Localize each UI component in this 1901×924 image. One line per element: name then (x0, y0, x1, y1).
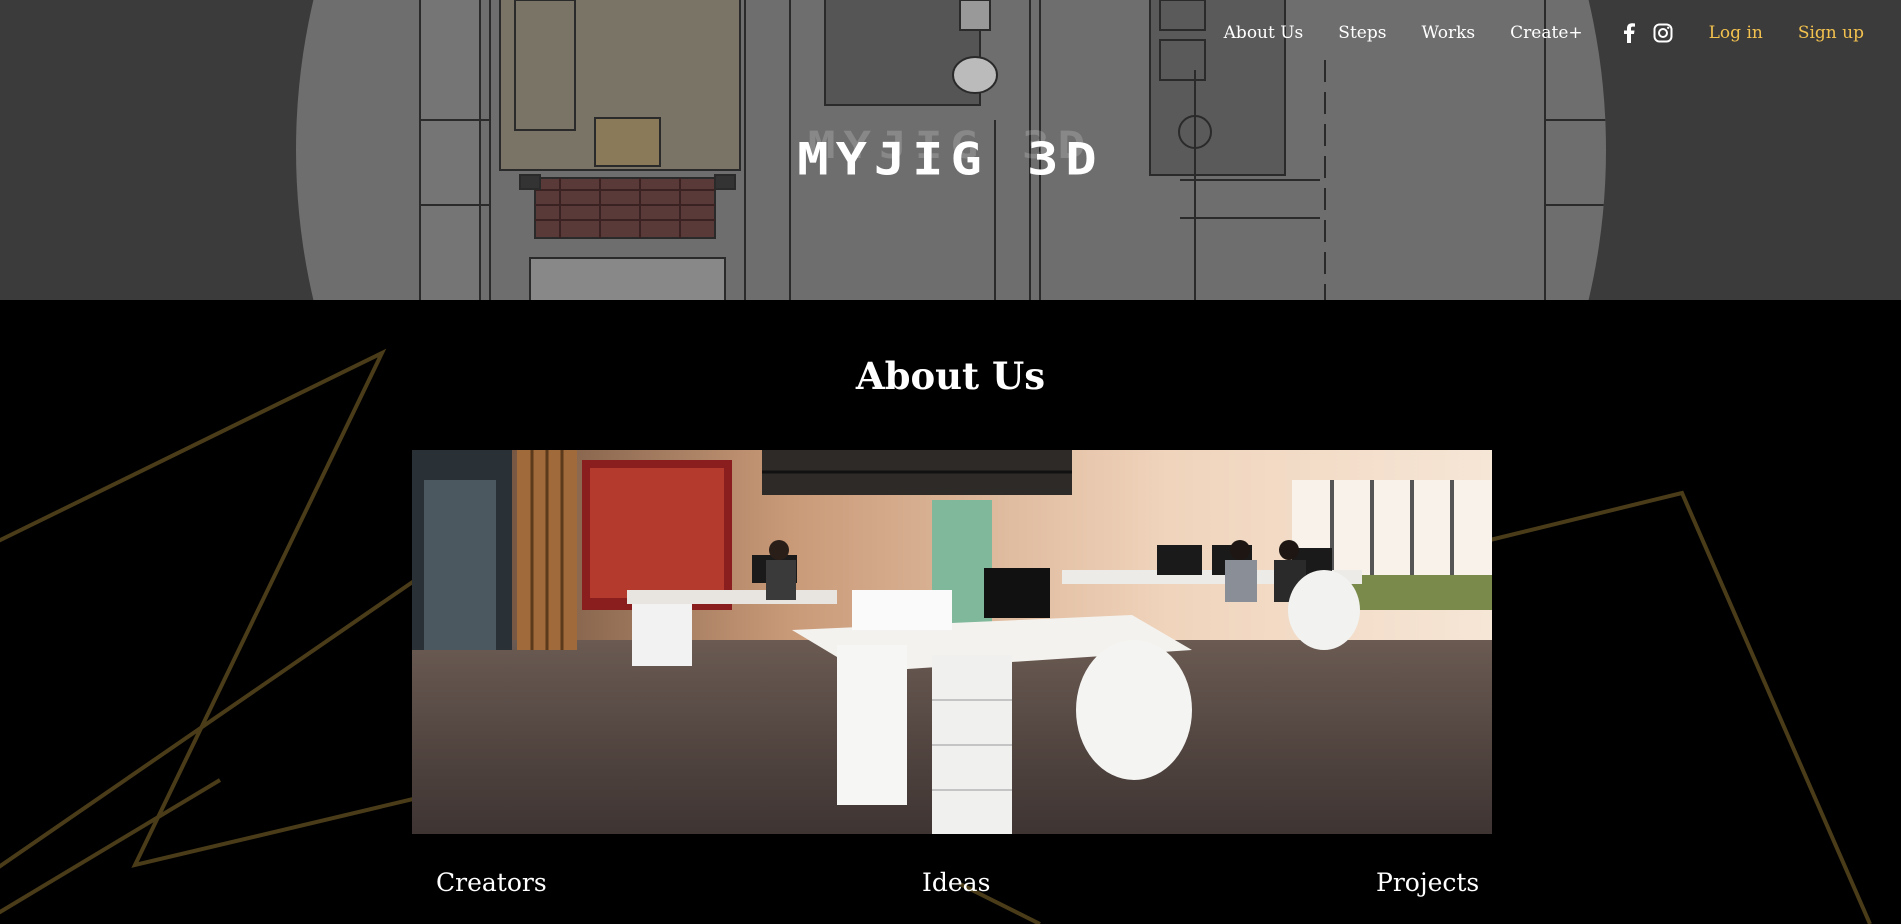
about-section: About Us Creators Ideas Projects (0, 300, 1901, 924)
feature-projects: Projects (1376, 868, 1480, 897)
login-link[interactable]: Log in (1709, 23, 1763, 43)
facebook-icon[interactable] (1618, 22, 1640, 44)
nav-link-works[interactable]: Works (1421, 23, 1475, 43)
instagram-icon[interactable] (1652, 22, 1674, 44)
nav-link-about-us[interactable]: About Us (1224, 23, 1304, 43)
about-title: About Us (855, 354, 1046, 398)
logo-text: MYJIG 3D (797, 134, 1104, 186)
feature-creators: Creators (436, 868, 547, 897)
feature-ideas: Ideas (922, 868, 991, 897)
main-nav: About Us Steps Works Create+ Log in Sign… (1224, 18, 1901, 48)
hero-banner: MYJIG 3D MYJIG 3D About Us Steps Works C… (0, 0, 1901, 300)
signup-link[interactable]: Sign up (1798, 23, 1864, 43)
nav-link-create[interactable]: Create+ (1510, 23, 1582, 43)
nav-link-steps[interactable]: Steps (1338, 23, 1386, 43)
office-photo (412, 450, 1492, 834)
site-logo[interactable]: MYJIG 3D MYJIG 3D (0, 118, 1901, 208)
social-links (1618, 22, 1674, 44)
